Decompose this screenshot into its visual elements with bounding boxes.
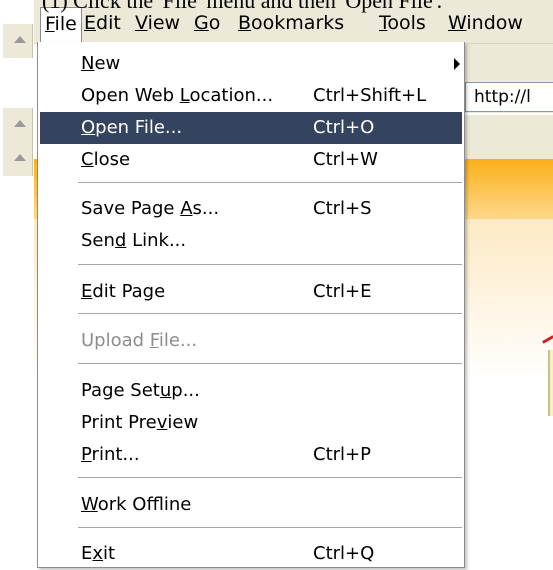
menu-item-shortcut: Ctrl+O [313,117,375,138]
menu-item-label: Upload File... [81,330,198,351]
menu-label: ookmarks [251,12,345,34]
menu-separator [78,264,462,265]
menu-mnemonic: W [448,12,467,34]
menu-item-close[interactable]: Close Ctrl+W [40,144,462,176]
menu-item-label: Save Page As... [81,198,220,219]
menu-item-exit[interactable]: Exit Ctrl+Q [40,538,462,570]
url-field[interactable]: http://l [465,82,553,112]
menu-window[interactable]: Window [444,10,527,36]
left-window-strip [0,0,34,567]
tab-strip [463,115,553,160]
scroll-up-arrow-icon[interactable] [14,120,26,127]
scroll-up-arrow-icon[interactable] [14,154,26,161]
menu-item-send-link[interactable]: Send Link... [40,225,462,257]
menu-item-shortcut: Ctrl+Shift+L [313,85,427,106]
menu-separator [78,363,462,364]
menu-item-label: Send Link... [81,230,187,251]
menu-item-edit-page[interactable]: Edit Page Ctrl+E [40,276,462,308]
menu-mnemonic: B [238,12,252,34]
menu-item-work-offline[interactable]: Work Offline [40,489,462,521]
menu-item-shortcut: Ctrl+W [313,149,378,170]
menu-mnemonic: G [194,12,209,34]
menu-item-label: New [81,53,121,74]
menu-separator [78,313,462,314]
instruction-text: (1) Click the 'File' menu and then 'Open… [42,0,443,13]
menu-label: indow [466,12,523,34]
scroll-segment[interactable] [3,108,33,142]
menu-item-label: Print... [81,444,140,465]
scroll-segment[interactable] [3,142,33,176]
scroll-up-arrow-icon[interactable] [14,36,26,43]
menu-item-new[interactable]: New [40,48,462,80]
menu-item-label: Page Setup... [81,380,200,401]
menu-item-shortcut: Ctrl+Q [313,543,375,564]
menu-item-label: Work Offline [81,494,192,515]
menu-mnemonic: F [45,13,55,35]
menu-mnemonic: V [135,12,148,34]
menu-item-upload-file: Upload File... [40,325,462,357]
menu-item-shortcut: Ctrl+E [313,281,372,302]
menu-mnemonic: E [84,12,97,34]
menu-item-label: Open File... [81,117,183,138]
scroll-segment[interactable] [3,24,33,58]
menu-item-page-setup[interactable]: Page Setup... [40,375,462,407]
menu-item-label: Open Web Location... [81,85,274,106]
menu-item-open-web-location[interactable]: Open Web Location... Ctrl+Shift+L [40,80,462,112]
menu-item-open-file[interactable]: Open File... Ctrl+O [40,112,462,144]
menu-item-print-preview[interactable]: Print Preview [40,407,462,439]
menu-separator [78,182,462,183]
menu-item-label: Exit [81,543,116,564]
menu-item-shortcut: Ctrl+P [313,444,371,465]
menu-label: iew [147,12,181,34]
menu-separator [78,477,462,478]
menu-separator [78,527,462,528]
menu-label: o [208,12,221,34]
menu-item-shortcut: Ctrl+S [313,198,372,219]
submenu-arrow-icon [454,58,460,70]
menu-item-label: Close [81,149,131,170]
file-menu: New Open Web Location... Ctrl+Shift+L Op… [37,42,465,568]
menu-item-label: Print Preview [81,412,199,433]
menu-item-save-page-as[interactable]: Save Page As... Ctrl+S [40,193,462,225]
menu-label: ile [54,13,77,35]
menu-item-print[interactable]: Print... Ctrl+P [40,439,462,471]
menu-item-label: Edit Page [81,281,166,302]
note-graphic [548,350,553,416]
menu-label: dit [96,12,121,34]
menu-label: ools [387,12,426,34]
